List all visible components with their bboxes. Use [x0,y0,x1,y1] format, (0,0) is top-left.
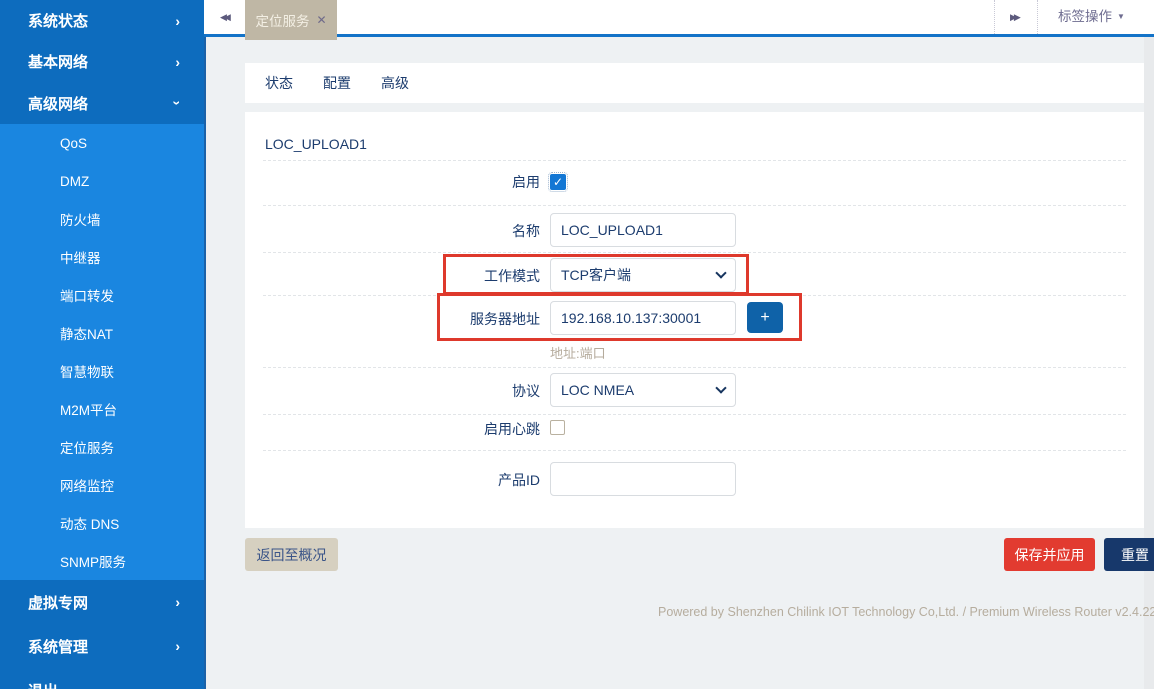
caret-down-icon: ▼ [1117,12,1125,21]
server-address-label: 服务器地址 [245,309,540,329]
sidebar-item-snmp-service[interactable]: SNMP服务 [0,542,204,580]
sidebar-item-location-service[interactable]: 定位服务 [0,428,204,466]
row-divider [263,414,1126,415]
add-server-button[interactable]: + [747,302,783,333]
sidebar-item-label: 系统管理 [28,636,88,657]
chevron-right-icon: › [175,55,180,69]
chevron-right-icon: › [175,595,180,609]
protocol-value: LOC NMEA [561,382,634,398]
protocol-label: 协议 [245,381,540,401]
location-upload-form: LOC_UPLOAD1 启用 ✓ 名称 工作模式 TCP客户端 服务器地址 + … [245,112,1144,528]
sidebar-item-label: 静态NAT [60,323,113,343]
toolbar-divider [994,0,995,34]
sidebar-item-advanced-network[interactable]: 高级网络 › [0,82,204,124]
tag-operations-dropdown[interactable]: 标签操作 ▼ [1046,0,1137,34]
name-label: 名称 [245,221,540,241]
chevron-right-icon: › [175,639,180,653]
sidebar-item-label: 网络监控 [60,475,114,495]
sidebar-item-label: M2M平台 [60,399,117,419]
chevron-down-icon [715,382,726,393]
row-divider [263,205,1126,206]
row-divider [263,450,1126,451]
server-address-hint: 地址:端口 [550,343,606,362]
sidebar-item-dynamic-dns[interactable]: 动态 DNS [0,504,204,542]
scroll-tabs-right-button[interactable]: ▶▶ [1000,0,1028,34]
sidebar-item-label: 系统状态 [28,10,88,31]
sidebar-item-label: DMZ [60,174,89,189]
sidebar-item-repeater[interactable]: 中继器 [0,238,204,276]
chevron-down-icon: › [171,101,185,106]
sidebar-item-label: 端口转发 [60,285,114,305]
sidebar-item-label: SNMP服务 [60,551,126,571]
save-and-apply-button[interactable]: 保存并应用 [1004,538,1095,571]
sidebar-item-dmz[interactable]: DMZ [0,162,204,200]
row-divider [263,160,1126,161]
scroll-tabs-left-button[interactable]: ◀◀ [210,0,238,34]
protocol-select[interactable]: LOC NMEA [550,373,736,407]
sidebar-item-static-nat[interactable]: 静态NAT [0,314,204,352]
chevron-right-icon: › [175,14,180,28]
sidebar-item-label: 智慧物联 [60,361,114,381]
sidebar-item-label: 退出 [28,680,58,689]
tab-label: 定位服务 [255,10,309,30]
sidebar-item-label: 定位服务 [60,437,114,457]
sidebar: 系统状态 › 基本网络 › 高级网络 › QoS DMZ 防火墙 中继器 端口转… [0,0,204,689]
name-input[interactable] [550,213,736,247]
sidebar-item-label: 动态 DNS [60,513,119,533]
work-mode-value: TCP客户端 [561,265,631,285]
sidebar-item-basic-network[interactable]: 基本网络 › [0,41,204,82]
powered-by-footer: Powered by Shenzhen Chilink IOT Technolo… [658,605,1154,619]
product-id-input[interactable] [550,462,736,496]
sidebar-item-network-monitor[interactable]: 网络监控 [0,466,204,504]
tab-status[interactable]: 状态 [265,73,293,93]
sidebar-item-m2m-platform[interactable]: M2M平台 [0,390,204,428]
sidebar-edge-divider [204,37,206,689]
section-title: LOC_UPLOAD1 [265,136,367,152]
row-divider [263,252,1126,253]
sidebar-item-logout[interactable]: 退出 [0,668,204,689]
tab-config[interactable]: 配置 [323,73,351,93]
heartbeat-label: 启用心跳 [245,419,540,439]
work-mode-label: 工作模式 [245,266,540,286]
enable-checkbox[interactable]: ✓ [550,174,566,190]
tag-operations-label: 标签操作 [1058,9,1112,24]
sidebar-item-label: 防火墙 [60,209,101,229]
close-icon[interactable]: ✕ [316,13,326,27]
sidebar-item-label: QoS [60,136,87,151]
sidebar-item-label: 虚拟专网 [28,592,88,613]
sidebar-item-smart-iot[interactable]: 智慧物联 [0,352,204,390]
reset-button[interactable]: 重置 [1104,538,1154,571]
enable-label: 启用 [245,172,540,192]
tab-bar: ◀◀ 定位服务 ✕ ▶▶ 标签操作 ▼ [204,0,1154,37]
router-admin-app: 系统状态 › 基本网络 › 高级网络 › QoS DMZ 防火墙 中继器 端口转… [0,0,1154,689]
toolbar-divider [1037,0,1038,34]
sidebar-item-qos[interactable]: QoS [0,124,204,162]
tab-location-service[interactable]: 定位服务 ✕ [245,0,337,40]
content-tabstrip: 状态 配置 高级 [245,63,1144,103]
sidebar-item-vpn[interactable]: 虚拟专网 › [0,580,204,624]
sidebar-item-port-forwarding[interactable]: 端口转发 [0,276,204,314]
sidebar-item-system-management[interactable]: 系统管理 › [0,624,204,668]
row-divider [263,295,1126,296]
heartbeat-checkbox[interactable] [550,420,565,435]
sidebar-item-label: 中继器 [60,247,101,267]
product-id-label: 产品ID [245,470,540,490]
sidebar-item-system-status[interactable]: 系统状态 › [0,0,204,41]
sidebar-item-label: 基本网络 [28,51,88,72]
scrollbar-track[interactable] [1144,37,1154,689]
work-mode-select[interactable]: TCP客户端 [550,258,736,292]
sidebar-submenu: QoS DMZ 防火墙 中继器 端口转发 静态NAT 智慧物联 M2M平台 定位… [0,124,204,580]
server-address-input[interactable] [550,301,736,335]
row-divider [263,367,1126,368]
sidebar-item-label: 高级网络 [28,93,88,114]
sidebar-item-firewall[interactable]: 防火墙 [0,200,204,238]
tab-advanced[interactable]: 高级 [381,73,409,93]
back-to-overview-button[interactable]: 返回至概况 [245,538,338,571]
chevron-down-icon [715,267,726,278]
